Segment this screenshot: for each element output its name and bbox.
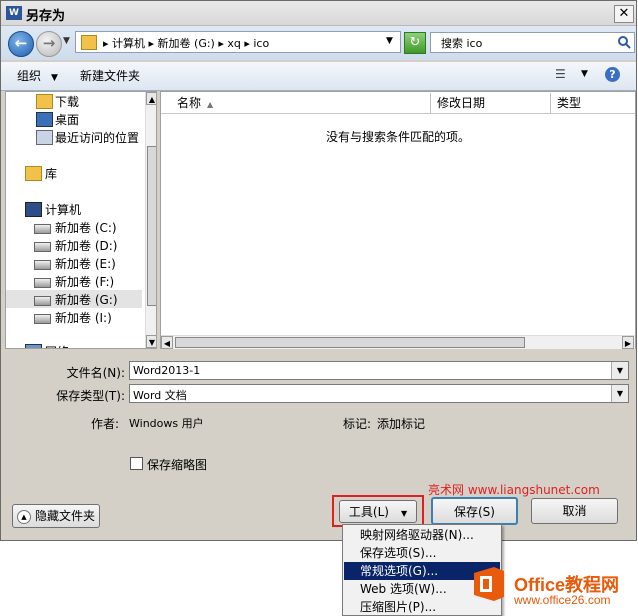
scroll-down-icon[interactable]: ▼ bbox=[146, 335, 156, 348]
hide-folders-button[interactable]: ▲ 隐藏文件夹 bbox=[12, 504, 100, 528]
new-folder-button[interactable]: 新建文件夹 bbox=[80, 67, 140, 84]
window-title: 另存为 bbox=[26, 9, 66, 24]
drive-icon bbox=[34, 242, 51, 252]
column-header-row: 名称 ▲ 修改日期 类型 bbox=[161, 92, 635, 114]
view-options-icon[interactable]: ☰ bbox=[555, 67, 566, 81]
nav-item-drive-c[interactable]: 新加卷 (C:) bbox=[6, 218, 142, 236]
desktop-icon bbox=[36, 112, 53, 127]
filetype-value: Word 文档 bbox=[133, 389, 187, 402]
library-icon bbox=[25, 166, 42, 181]
tags-label: 标记: bbox=[343, 417, 372, 431]
recent-locations-dropdown-icon[interactable]: ▼ bbox=[63, 36, 70, 46]
scroll-left-icon[interactable]: ◀ bbox=[161, 336, 173, 349]
address-dropdown-icon[interactable]: ▼ bbox=[386, 36, 393, 46]
sort-ascending-icon: ▲ bbox=[207, 100, 214, 109]
scroll-up-icon[interactable]: ▲ bbox=[146, 92, 156, 105]
download-folder-icon bbox=[36, 94, 53, 109]
folder-icon bbox=[81, 35, 97, 50]
column-header-type[interactable]: 类型 bbox=[551, 93, 635, 113]
nav-item-desktop[interactable]: 桌面 bbox=[6, 110, 142, 128]
drive-icon bbox=[34, 260, 51, 270]
chevron-down-icon[interactable]: ▼ bbox=[611, 362, 628, 379]
save-thumbnail-checkbox[interactable] bbox=[130, 457, 143, 470]
filetype-select[interactable]: Word 文档 ▼ bbox=[129, 384, 629, 403]
chevron-down-icon[interactable]: ▼ bbox=[611, 385, 628, 402]
forward-button[interactable]: → bbox=[36, 31, 62, 57]
office-url-text: www.office26.com bbox=[514, 593, 611, 607]
menu-item-map-network-drive[interactable]: 映射网络驱动器(N)... bbox=[344, 526, 500, 544]
network-icon bbox=[25, 344, 42, 348]
search-placeholder: 搜索 ico bbox=[441, 37, 483, 50]
refresh-button[interactable]: ↻ bbox=[404, 32, 426, 54]
tools-button[interactable]: 工具(L) ▼ bbox=[339, 500, 417, 523]
drive-icon bbox=[34, 314, 51, 324]
nav-item-computer[interactable]: 计算机 bbox=[6, 200, 142, 218]
save-thumbnail-label: 保存缩略图 bbox=[147, 458, 208, 472]
drive-icon bbox=[34, 224, 51, 234]
recent-places-icon bbox=[36, 130, 53, 145]
address-bar[interactable]: ▸ 计算机 ▸ 新加卷 (G:) ▸ xq ▸ ico ▼ bbox=[75, 31, 401, 53]
menu-item-save-options[interactable]: 保存选项(S)... bbox=[344, 544, 500, 562]
filetype-label: 保存类型(T): bbox=[56, 389, 125, 403]
watermark-text: 亮术网 www.liangshunet.com bbox=[428, 483, 600, 497]
filename-label: 文件名(N): bbox=[66, 366, 125, 380]
column-header-name[interactable]: 名称 ▲ bbox=[161, 93, 431, 113]
nav-item-downloads[interactable]: 下载 bbox=[6, 92, 142, 110]
empty-results-message: 没有与搜索条件匹配的项。 bbox=[325, 130, 470, 144]
cancel-button[interactable]: 取消 bbox=[531, 498, 618, 524]
scroll-right-icon[interactable]: ▶ bbox=[622, 336, 634, 349]
search-icon[interactable] bbox=[617, 35, 631, 49]
author-value[interactable]: Windows 用户 bbox=[129, 415, 204, 431]
office-logo-icon bbox=[474, 567, 504, 601]
close-button[interactable]: ✕ bbox=[614, 5, 634, 23]
chevron-up-icon: ▲ bbox=[16, 509, 31, 524]
nav-item-recent-places[interactable]: 最近访问的位置 bbox=[6, 128, 142, 146]
organize-label: 组织 bbox=[17, 69, 42, 83]
chevron-down-icon: ▼ bbox=[51, 73, 58, 83]
nav-item-drive-f[interactable]: 新加卷 (F:) bbox=[6, 272, 142, 290]
save-button[interactable]: 保存(S) bbox=[431, 497, 518, 525]
nav-item-drive-i[interactable]: 新加卷 (I:) bbox=[6, 308, 142, 326]
author-label: 作者: bbox=[90, 417, 119, 431]
word-app-icon: W bbox=[6, 6, 22, 20]
save-as-dialog: W 另存为 ✕ ← → ▼ ▸ 计算机 ▸ 新加卷 (G:) ▸ xq ▸ ic… bbox=[0, 0, 637, 541]
file-list[interactable]: 名称 ▲ 修改日期 类型 没有与搜索条件匹配的项。 ◀ ▶ bbox=[160, 91, 636, 349]
search-input[interactable]: 搜索 ico bbox=[430, 32, 635, 53]
help-icon[interactable]: ? bbox=[605, 67, 620, 82]
nav-item-library[interactable]: 库 bbox=[6, 164, 142, 182]
column-header-date[interactable]: 修改日期 bbox=[431, 93, 551, 113]
nav-item-network[interactable]: 网络 bbox=[6, 342, 142, 348]
file-list-scrollbar[interactable]: ◀ ▶ bbox=[161, 335, 635, 349]
scrollbar-thumb[interactable] bbox=[147, 146, 156, 306]
title-bar: W 另存为 ✕ bbox=[1, 1, 636, 26]
nav-item-drive-d[interactable]: 新加卷 (D:) bbox=[6, 236, 142, 254]
back-button[interactable]: ← bbox=[8, 31, 34, 57]
nav-scrollbar[interactable]: ▲ ▼ bbox=[145, 92, 156, 348]
navigation-pane[interactable]: 下载 桌面 最近访问的位置 库 计算机 新加卷 (C:) 新加卷 (D:) 新加… bbox=[5, 91, 157, 349]
view-dropdown-icon[interactable]: ▼ bbox=[581, 69, 588, 79]
filename-input[interactable]: Word2013-1 ▼ bbox=[129, 361, 629, 380]
breadcrumb[interactable]: ▸ 计算机 ▸ 新加卷 (G:) ▸ xq ▸ ico bbox=[103, 35, 269, 51]
filename-value: Word2013-1 bbox=[133, 364, 201, 377]
computer-icon bbox=[25, 202, 42, 217]
drive-icon bbox=[34, 278, 51, 288]
scrollbar-thumb[interactable] bbox=[175, 337, 525, 348]
chevron-down-icon: ▼ bbox=[400, 509, 408, 518]
nav-item-drive-g[interactable]: 新加卷 (G:) bbox=[6, 290, 142, 308]
drive-icon bbox=[34, 296, 51, 306]
nav-item-drive-e[interactable]: 新加卷 (E:) bbox=[6, 254, 142, 272]
tags-value[interactable]: 添加标记 bbox=[377, 415, 425, 432]
organize-menu[interactable]: 组织 ▼ bbox=[17, 67, 58, 84]
